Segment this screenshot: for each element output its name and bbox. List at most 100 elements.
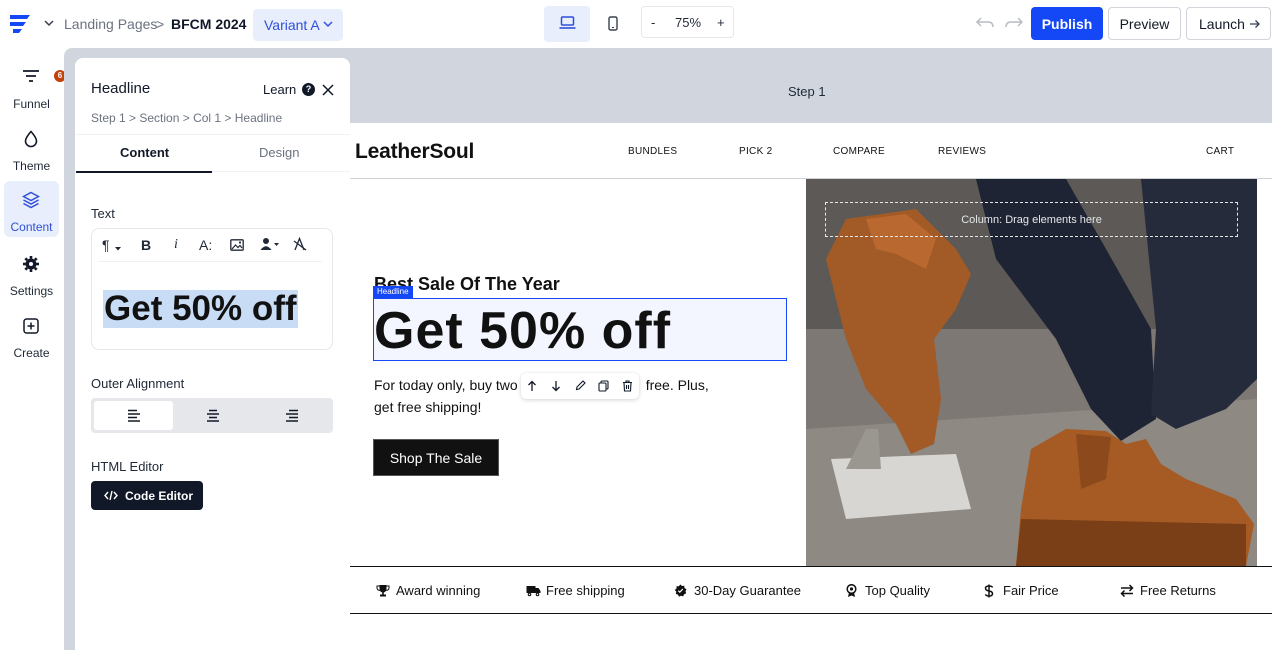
- element-toolbar: [521, 373, 639, 399]
- column-drop-zone[interactable]: Column: Drag elements here: [825, 202, 1238, 237]
- align-center-icon: [207, 409, 219, 422]
- canvas-scrollbar[interactable]: [1272, 48, 1280, 650]
- nav-link-cart[interactable]: CART: [1206, 146, 1234, 157]
- breadcrumb-separator: >: [156, 16, 165, 32]
- rail-item-label: Create: [13, 346, 50, 360]
- rail-item-label: Settings: [9, 284, 54, 298]
- undo-icon[interactable]: [975, 14, 995, 35]
- italic-icon[interactable]: i: [174, 237, 178, 253]
- left-rail: 6 Funnel Theme Content Settings Create: [0, 48, 66, 650]
- desktop-view-button[interactable]: [544, 6, 590, 42]
- rail-item-settings[interactable]: Settings: [4, 245, 59, 301]
- badge-icon: [674, 584, 687, 597]
- trust-item-award: Award winning: [376, 583, 480, 598]
- text-label: Text: [91, 206, 115, 221]
- image-icon[interactable]: [230, 238, 244, 254]
- layers-icon: [22, 191, 40, 209]
- rail-item-theme[interactable]: Theme: [4, 120, 59, 176]
- arrow-up-icon[interactable]: [527, 380, 537, 392]
- outer-alignment-label: Outer Alignment: [91, 376, 185, 391]
- align-left-button[interactable]: [94, 401, 173, 430]
- nav-link-reviews[interactable]: REVIEWS: [938, 146, 986, 157]
- code-editor-button[interactable]: Code Editor: [91, 481, 203, 510]
- publish-button[interactable]: Publish: [1031, 7, 1103, 40]
- learn-link[interactable]: Learn: [263, 82, 296, 97]
- trophy-icon: [376, 585, 390, 597]
- alignment-group: [91, 398, 333, 433]
- panel-title: Headline: [91, 80, 151, 97]
- tab-content[interactable]: Content: [120, 145, 169, 160]
- redo-icon[interactable]: [1004, 14, 1024, 35]
- rail-item-content[interactable]: Content: [4, 181, 59, 237]
- chevron-down-icon[interactable]: [114, 239, 122, 255]
- paragraph-icon[interactable]: ¶: [102, 237, 110, 253]
- html-editor-label: HTML Editor: [91, 459, 164, 474]
- tab-design[interactable]: Design: [259, 145, 299, 160]
- zoom-level[interactable]: 75%: [675, 15, 701, 30]
- nav-link-bundles[interactable]: BUNDLES: [628, 146, 677, 157]
- breadcrumb-landing-pages[interactable]: Landing Pages: [64, 16, 157, 32]
- trust-item-returns: Free Returns: [1120, 583, 1216, 598]
- filter-icon: [23, 70, 39, 82]
- trash-icon[interactable]: [622, 380, 633, 392]
- brand-logo[interactable]: LeatherSoul: [355, 140, 474, 164]
- align-right-button[interactable]: [252, 401, 331, 430]
- pencil-icon[interactable]: [575, 380, 586, 391]
- trust-bar-divider: [350, 613, 1272, 614]
- rte-toolbar: ¶ B i A:: [92, 229, 334, 261]
- help-icon[interactable]: ?: [302, 83, 315, 96]
- trust-item-quality: Top Quality: [845, 583, 930, 598]
- hero-headline[interactable]: Get 50% off: [374, 303, 671, 359]
- preview-button[interactable]: Preview: [1108, 7, 1181, 40]
- code-editor-label: Code Editor: [125, 489, 193, 503]
- chevron-down-icon[interactable]: [42, 16, 56, 30]
- rail-item-create[interactable]: Create: [4, 307, 59, 363]
- boots-illustration: [806, 179, 1257, 566]
- align-center-button[interactable]: [173, 401, 252, 430]
- personalize-icon[interactable]: [260, 237, 280, 254]
- properties-panel: Headline Learn ? Step 1 > Section > Col …: [75, 58, 350, 650]
- align-left-icon: [128, 409, 140, 422]
- code-icon: [104, 490, 118, 501]
- clear-format-icon[interactable]: [293, 236, 307, 254]
- align-right-icon: [286, 409, 298, 422]
- launch-button[interactable]: Launch: [1186, 7, 1271, 40]
- trust-label: Free shipping: [546, 583, 625, 598]
- plus-square-icon: [23, 318, 39, 334]
- page-preview: LeatherSoul BUNDLES PICK 2 COMPARE REVIE…: [350, 123, 1272, 650]
- font-size-icon[interactable]: A:: [199, 237, 212, 253]
- rich-text-editor[interactable]: ¶ B i A: Get 50% off: [91, 228, 333, 350]
- hero-boot-image[interactable]: Column: Drag elements here: [806, 179, 1257, 566]
- bold-icon[interactable]: B: [141, 237, 151, 253]
- trust-item-shipping: Free shipping: [526, 583, 625, 598]
- duplicate-icon[interactable]: [598, 380, 609, 392]
- droplet-icon: [24, 130, 38, 148]
- breadcrumb-current: BFCM 2024: [171, 16, 247, 32]
- truck-icon: [526, 586, 541, 597]
- rail-item-funnel[interactable]: 6 Funnel: [4, 58, 66, 114]
- body-line-1-end: free. Plus,: [645, 377, 709, 393]
- headline-tag: Headline: [373, 286, 413, 298]
- variant-select[interactable]: Variant A: [253, 9, 343, 41]
- nav-link-compare[interactable]: COMPARE: [833, 146, 885, 157]
- app-logo-icon[interactable]: [8, 12, 36, 36]
- mobile-view-button[interactable]: [592, 6, 638, 42]
- zoom-out-button[interactable]: -: [651, 15, 655, 30]
- close-icon[interactable]: [322, 83, 334, 101]
- element-path: Step 1 > Section > Col 1 > Headline: [91, 111, 283, 125]
- zoom-control: - 75% +: [641, 6, 734, 38]
- arrow-down-icon[interactable]: [551, 380, 561, 392]
- nav-link-pick-2[interactable]: PICK 2: [739, 146, 772, 157]
- rail-item-label: Theme: [12, 159, 51, 173]
- shop-the-sale-button[interactable]: Shop The Sale: [373, 439, 499, 476]
- arrow-right-icon: [1250, 20, 1260, 28]
- chevron-down-icon: [323, 21, 333, 28]
- award-icon: [846, 584, 857, 597]
- rail-item-label: Funnel: [13, 97, 50, 111]
- launch-label: Launch: [1199, 16, 1245, 32]
- selected-headline[interactable]: Get 50% off: [373, 298, 787, 361]
- gear-icon: [23, 256, 39, 272]
- zoom-in-button[interactable]: +: [717, 15, 725, 30]
- rte-text-content[interactable]: Get 50% off: [103, 290, 298, 328]
- trust-label: Top Quality: [865, 583, 931, 598]
